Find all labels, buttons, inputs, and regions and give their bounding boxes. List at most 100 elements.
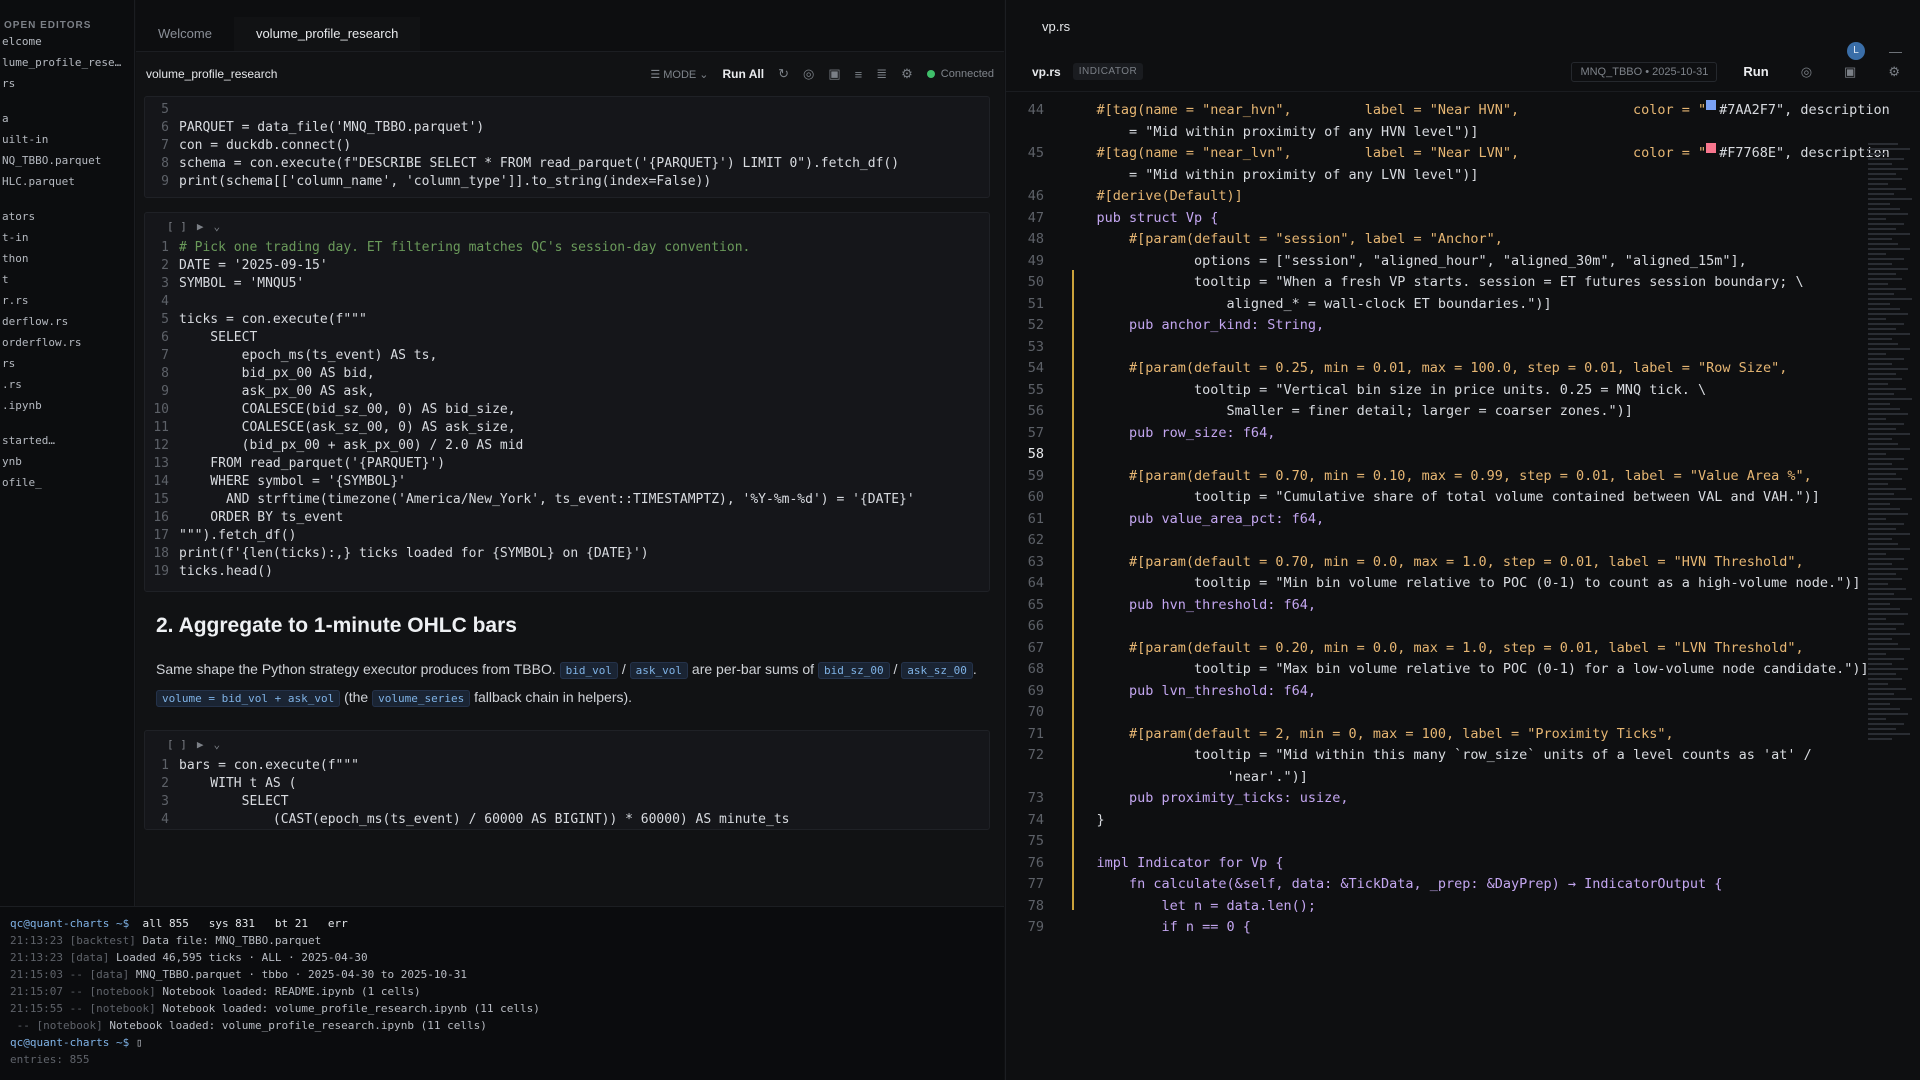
code-line[interactable]: 75 bbox=[1006, 831, 1920, 853]
log-counters[interactable]: all 855 sys 831 bt 21 err bbox=[142, 917, 347, 930]
code-line[interactable]: 73 pub proximity_ticks: usize, bbox=[1006, 788, 1920, 810]
code-line[interactable]: 9 print(schema[['column_name', 'column_ty… bbox=[145, 173, 989, 191]
code-line[interactable]: 47 pub struct Vp { bbox=[1006, 208, 1920, 230]
code-line[interactable]: 5 bbox=[145, 101, 989, 119]
code-line[interactable]: 45 #[tag(name = "near_lvn", label = "Nea… bbox=[1006, 143, 1920, 165]
explorer-item[interactable]: .ipynb bbox=[0, 395, 134, 416]
run-all-button[interactable]: Run All bbox=[723, 67, 765, 81]
code-area[interactable]: 44 #[tag(name = "near_hvn", label = "Nea… bbox=[1006, 92, 1920, 939]
explorer-item[interactable]: ynb bbox=[0, 451, 134, 472]
explorer-item[interactable]: t-in bbox=[0, 227, 134, 248]
code-line[interactable]: 54 #[param(default = 0.25, min = 0.01, m… bbox=[1006, 358, 1920, 380]
run-cell-icon[interactable]: ▶ bbox=[197, 220, 204, 233]
explorer-item[interactable]: ofile_ bbox=[0, 472, 134, 493]
code-line[interactable]: 58 bbox=[1006, 444, 1920, 466]
markdown-cell[interactable]: 2. Aggregate to 1-minute OHLC bars Same … bbox=[136, 592, 1004, 722]
code-line[interactable]: 76 impl Indicator for Vp { bbox=[1006, 853, 1920, 875]
refresh-icon[interactable]: ↻ bbox=[778, 66, 789, 82]
code-line[interactable]: 48 #[param(default = "session", label = … bbox=[1006, 229, 1920, 251]
explorer-item[interactable]: NQ_TBBO.parquet bbox=[0, 150, 134, 171]
code-line[interactable]: 7 epoch_ms(ts_event) AS ts, bbox=[145, 347, 989, 365]
code-line[interactable]: 60 tooltip = "Cumulative share of total … bbox=[1006, 487, 1920, 509]
code-line[interactable]: 16 ORDER BY ts_event bbox=[145, 509, 989, 527]
save-icon[interactable]: ▣ bbox=[828, 66, 840, 82]
explorer-item[interactable]: a bbox=[0, 108, 134, 129]
code-line[interactable]: 74 } bbox=[1006, 810, 1920, 832]
explorer-item[interactable]: ators bbox=[0, 206, 134, 227]
dataset-context[interactable]: MNQ_TBBO • 2025-10-31 bbox=[1571, 61, 1718, 82]
code-line[interactable]: 44 #[tag(name = "near_hvn", label = "Nea… bbox=[1006, 100, 1920, 122]
explorer-item[interactable]: started… bbox=[0, 430, 134, 451]
code-line[interactable]: 3 SYMBOL = 'MNQU5' bbox=[145, 275, 989, 293]
code-line[interactable]: 55 tooltip = "Vertical bin size in price… bbox=[1006, 380, 1920, 402]
code-line[interactable]: 53 bbox=[1006, 337, 1920, 359]
code-line[interactable]: 49 options = ["session", "aligned_hour",… bbox=[1006, 251, 1920, 273]
code-line[interactable]: 7 con = duckdb.connect() bbox=[145, 137, 989, 155]
code-line[interactable]: 1 bars = con.execute(f""" bbox=[145, 757, 989, 775]
explorer-item[interactable]: t bbox=[0, 269, 134, 290]
explorer-item[interactable]: rs bbox=[0, 73, 134, 94]
code-line[interactable]: 62 bbox=[1006, 530, 1920, 552]
terminal-cursor[interactable]: ▯ bbox=[136, 1036, 143, 1049]
explorer-item[interactable]: thon bbox=[0, 248, 134, 269]
code-line[interactable]: 11 COALESCE(ask_sz_00, 0) AS ask_size, bbox=[145, 419, 989, 437]
code-line[interactable]: 3 SELECT bbox=[145, 793, 989, 811]
code-cell[interactable]: [ ] ▶ ⌄ 1 # Pick one trading day. ET filt… bbox=[144, 212, 990, 592]
list-icon[interactable]: ≡ bbox=[855, 67, 863, 82]
code-line[interactable]: 5 ticks = con.execute(f""" bbox=[145, 311, 989, 329]
code-line[interactable]: 70 bbox=[1006, 702, 1920, 724]
code-line[interactable]: 46 #[derive(Default)] bbox=[1006, 186, 1920, 208]
tab-welcome[interactable]: Welcome bbox=[136, 17, 234, 51]
code-line[interactable]: 6 PARQUET = data_file('MNQ_TBBO.parquet') bbox=[145, 119, 989, 137]
explorer-item[interactable]: lume_profile_rese… bbox=[0, 52, 134, 73]
code-line[interactable]: 68 tooltip = "Max bin volume relative to… bbox=[1006, 659, 1920, 681]
code-line[interactable]: 8 bid_px_00 AS bid, bbox=[145, 365, 989, 383]
run-cell-icon[interactable]: ▶ bbox=[197, 738, 204, 751]
terminal-panel[interactable]: qc@quant-charts ~$ all 855 sys 831 bt 21… bbox=[0, 906, 1004, 1080]
code-line[interactable]: 13 FROM read_parquet('{PARQUET}') bbox=[145, 455, 989, 473]
code-line[interactable]: 'near'.")] bbox=[1006, 767, 1920, 789]
code-line[interactable]: 15 AND strftime(timezone('America/New_Yo… bbox=[145, 491, 989, 509]
code-line[interactable]: = "Mid within proximity of any LVN level… bbox=[1006, 165, 1920, 187]
explorer-item[interactable]: r.rs bbox=[0, 290, 134, 311]
settings-icon[interactable]: ⚙ bbox=[1888, 64, 1900, 80]
save-icon[interactable]: ▣ bbox=[1844, 64, 1856, 80]
code-line[interactable]: 14 WHERE symbol = '{SYMBOL}' bbox=[145, 473, 989, 491]
avatar[interactable]: L bbox=[1847, 42, 1865, 60]
explorer-item[interactable]: uilt-in bbox=[0, 129, 134, 150]
minimap[interactable] bbox=[1860, 140, 1920, 900]
code-line[interactable]: 18 print(f'{len(ticks):,} ticks loaded fo… bbox=[145, 545, 989, 563]
tab-volume-profile-research[interactable]: volume_profile_research bbox=[233, 17, 421, 51]
code-line[interactable]: 69 pub lvn_threshold: f64, bbox=[1006, 681, 1920, 703]
minimize-icon[interactable]: — bbox=[1889, 44, 1902, 59]
code-line[interactable]: 4 (CAST(epoch_ms(ts_event) / 60000 AS BI… bbox=[145, 811, 989, 829]
code-line[interactable]: 12 (bid_px_00 + ask_px_00) / 2.0 AS mid bbox=[145, 437, 989, 455]
code-line[interactable]: 19 ticks.head() bbox=[145, 563, 989, 581]
code-line[interactable]: 57 pub row_size: f64, bbox=[1006, 423, 1920, 445]
code-line[interactable]: 8 schema = con.execute(f"DESCRIBE SELECT … bbox=[145, 155, 989, 173]
code-line[interactable]: 51 aligned_* = wall-clock ET boundaries.… bbox=[1006, 294, 1920, 316]
format-icon[interactable]: ≣ bbox=[876, 66, 887, 82]
explorer-item[interactable]: .rs bbox=[0, 374, 134, 395]
github-icon[interactable]: ◎ bbox=[803, 66, 814, 82]
code-line[interactable]: 61 pub value_area_pct: f64, bbox=[1006, 509, 1920, 531]
explorer-item[interactable]: orderflow.rs bbox=[0, 332, 134, 353]
code-line[interactable]: 65 pub hvn_threshold: f64, bbox=[1006, 595, 1920, 617]
explorer-item[interactable]: HLC.parquet bbox=[0, 171, 134, 192]
code-line[interactable]: 71 #[param(default = 2, min = 0, max = 1… bbox=[1006, 724, 1920, 746]
explorer-item[interactable]: derflow.rs bbox=[0, 311, 134, 332]
code-line[interactable]: 78 let n = data.len(); bbox=[1006, 896, 1920, 918]
code-line[interactable]: 66 bbox=[1006, 616, 1920, 638]
code-line[interactable]: 50 tooltip = "When a fresh VP starts. se… bbox=[1006, 272, 1920, 294]
code-cell[interactable]: [ ] ▶ ⌄ 1 bars = con.execute(f""" 2 WITH t… bbox=[144, 730, 990, 830]
code-line[interactable]: 2 WITH t AS ( bbox=[145, 775, 989, 793]
code-line[interactable]: 52 pub anchor_kind: String, bbox=[1006, 315, 1920, 337]
code-line[interactable]: 9 ask_px_00 AS ask, bbox=[145, 383, 989, 401]
code-line[interactable]: 17 """).fetch_df() bbox=[145, 527, 989, 545]
code-line[interactable]: 67 #[param(default = 0.20, min = 0.0, ma… bbox=[1006, 638, 1920, 660]
code-line[interactable]: 79 if n == 0 { bbox=[1006, 917, 1920, 939]
chevron-down-icon[interactable]: ⌄ bbox=[214, 220, 221, 233]
explorer-item[interactable]: elcome bbox=[0, 31, 134, 52]
settings-icon[interactable]: ⚙ bbox=[901, 66, 913, 82]
code-cell[interactable]: 5 6 PARQUET = data_file('MNQ_TBBO.parquet'… bbox=[144, 96, 990, 198]
